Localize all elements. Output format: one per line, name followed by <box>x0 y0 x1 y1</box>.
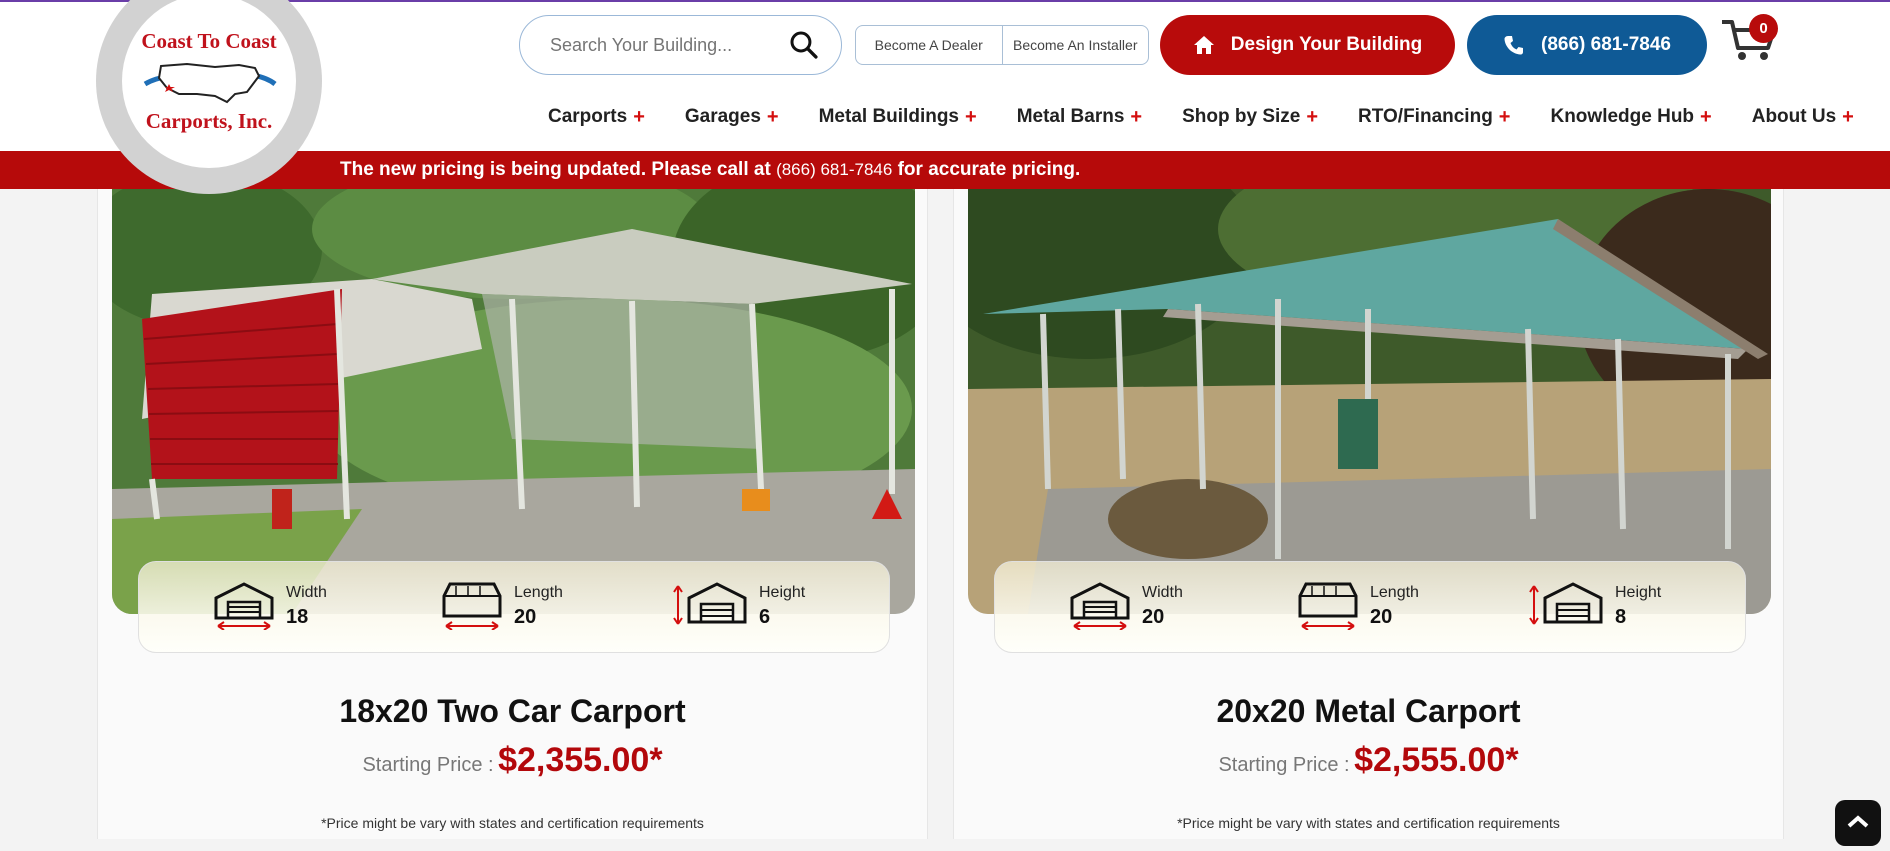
spec-width: Width 20 <box>1070 580 1183 630</box>
home-icon <box>1193 36 1214 54</box>
nav-item-metal-buildings[interactable]: Metal Buildings + <box>819 106 977 129</box>
nav-label: Metal Barns <box>1016 106 1125 127</box>
price-label: Starting Price : <box>1218 754 1350 776</box>
price-row: Starting Price : $2,355.00* <box>98 741 927 780</box>
length-value: 20 <box>1370 606 1393 628</box>
search-input[interactable] <box>550 34 790 56</box>
search-box <box>519 15 842 75</box>
become-dealer-link[interactable]: Become A Dealer <box>856 26 1002 64</box>
product-card[interactable]: Width 20 Length 20 Height 8 20x20 Metal … <box>953 189 1784 839</box>
plus-icon: + <box>1130 105 1143 128</box>
width-value: 18 <box>286 606 309 628</box>
length-label: Length <box>514 584 563 601</box>
height-garage-icon <box>1529 582 1603 625</box>
nav-label: About Us <box>1751 106 1837 127</box>
design-building-button[interactable]: Design Your Building <box>1160 15 1455 75</box>
height-label: Height <box>759 584 806 601</box>
spec-length: Length 20 <box>1298 580 1419 630</box>
banner-phone-link[interactable]: (866) 681-7846 <box>776 160 892 179</box>
logo-line-2: Carports, Inc. <box>145 109 273 133</box>
search-icon[interactable] <box>789 30 819 60</box>
height-value: 6 <box>759 606 771 628</box>
nav-label: Metal Buildings <box>818 106 960 127</box>
spec-panel: Width 18 Length 20 Height 6 <box>138 561 890 653</box>
chevron-up-icon <box>1847 815 1869 828</box>
site-header: Coast To Coast Carports, Inc. Become A D… <box>0 0 1890 194</box>
height-garage-icon <box>673 582 747 625</box>
height-label: Height <box>1615 584 1662 601</box>
banner-text-before: The new pricing is being updated. Please… <box>340 159 777 180</box>
plus-icon: + <box>1306 105 1319 128</box>
product-image[interactable] <box>112 189 915 614</box>
length-garage-icon <box>442 582 502 630</box>
length-garage-icon <box>1298 582 1358 630</box>
price-value: $2,355.00* <box>498 741 663 779</box>
height-value: 8 <box>1615 606 1627 628</box>
nav-label: RTO/Financing <box>1358 106 1493 127</box>
nav-label: Carports <box>548 106 628 127</box>
nav-item-rto-financing[interactable]: RTO/Financing + <box>1358 106 1510 129</box>
nav-item-knowledge-hub[interactable]: Knowledge Hub + <box>1550 106 1711 129</box>
width-garage-icon <box>1070 582 1130 630</box>
width-garage-icon <box>214 582 274 630</box>
plus-icon: + <box>766 105 779 128</box>
banner-text-after: for accurate pricing. <box>892 159 1081 180</box>
product-card[interactable]: Width 18 Length 20 Height 6 18x20 Two Ca… <box>97 189 928 839</box>
nav-item-carports[interactable]: Carports + <box>548 106 645 129</box>
product-title[interactable]: 18x20 Two Car Carport <box>98 693 927 730</box>
phone-number: (866) 681-7846 <box>1541 34 1671 55</box>
length-value: 20 <box>514 606 537 628</box>
price-value: $2,555.00* <box>1354 741 1519 779</box>
main-nav: Carports + Garages + Metal Buildings + Meta… <box>548 102 1854 132</box>
plus-icon: + <box>1498 105 1511 128</box>
width-value: 20 <box>1142 606 1165 628</box>
nav-label: Shop by Size <box>1182 106 1301 127</box>
nav-item-about-us[interactable]: About Us + <box>1752 106 1854 129</box>
become-installer-link[interactable]: Become An Installer <box>1001 26 1149 64</box>
width-label: Width <box>286 584 327 601</box>
price-disclaimer: *Price might be vary with states and cer… <box>321 815 704 831</box>
plus-icon: + <box>1700 105 1712 128</box>
spec-height: Height 6 <box>673 580 805 630</box>
nav-item-shop-by-size[interactable]: Shop by Size + <box>1182 106 1318 129</box>
spec-panel: Width 20 Length 20 Height 8 <box>994 561 1746 653</box>
carport-photo <box>968 189 1771 614</box>
carport-photo <box>112 189 915 614</box>
product-title[interactable]: 20x20 Metal Carport <box>954 693 1783 730</box>
partner-links: Become A Dealer Become An Installer <box>855 25 1149 65</box>
plus-icon: + <box>633 105 645 128</box>
spec-height: Height 8 <box>1529 580 1661 630</box>
banner-text: The new pricing is being updated. Please… <box>340 159 1080 181</box>
nav-label: Garages <box>684 106 761 127</box>
spec-width: Width 18 <box>214 580 327 630</box>
length-label: Length <box>1370 584 1419 601</box>
spec-length: Length 20 <box>442 580 563 630</box>
price-row: Starting Price : $2,555.00* <box>954 741 1783 780</box>
logo-line-1: Coast To Coast <box>141 29 277 53</box>
design-building-label: Design Your Building <box>1230 34 1423 55</box>
width-label: Width <box>1142 584 1183 601</box>
price-label: Starting Price : <box>362 754 494 776</box>
product-image[interactable] <box>968 189 1771 614</box>
nav-item-garages[interactable]: Garages + <box>685 106 779 129</box>
plus-icon: + <box>1842 105 1854 128</box>
phone-button[interactable]: (866) 681-7846 <box>1467 15 1707 75</box>
plus-icon: + <box>965 105 977 128</box>
cart-count-badge: 0 <box>1749 14 1778 43</box>
logo-badge: Coast To Coast Carports, Inc. <box>122 0 296 168</box>
price-disclaimer: *Price might be vary with states and cer… <box>1177 815 1560 831</box>
scroll-to-top-button[interactable] <box>1835 800 1881 846</box>
nav-label: Knowledge Hub <box>1550 106 1695 127</box>
usa-map-icon <box>143 62 277 104</box>
phone-icon <box>1504 36 1524 55</box>
nav-item-metal-barns[interactable]: Metal Barns + <box>1017 106 1142 129</box>
